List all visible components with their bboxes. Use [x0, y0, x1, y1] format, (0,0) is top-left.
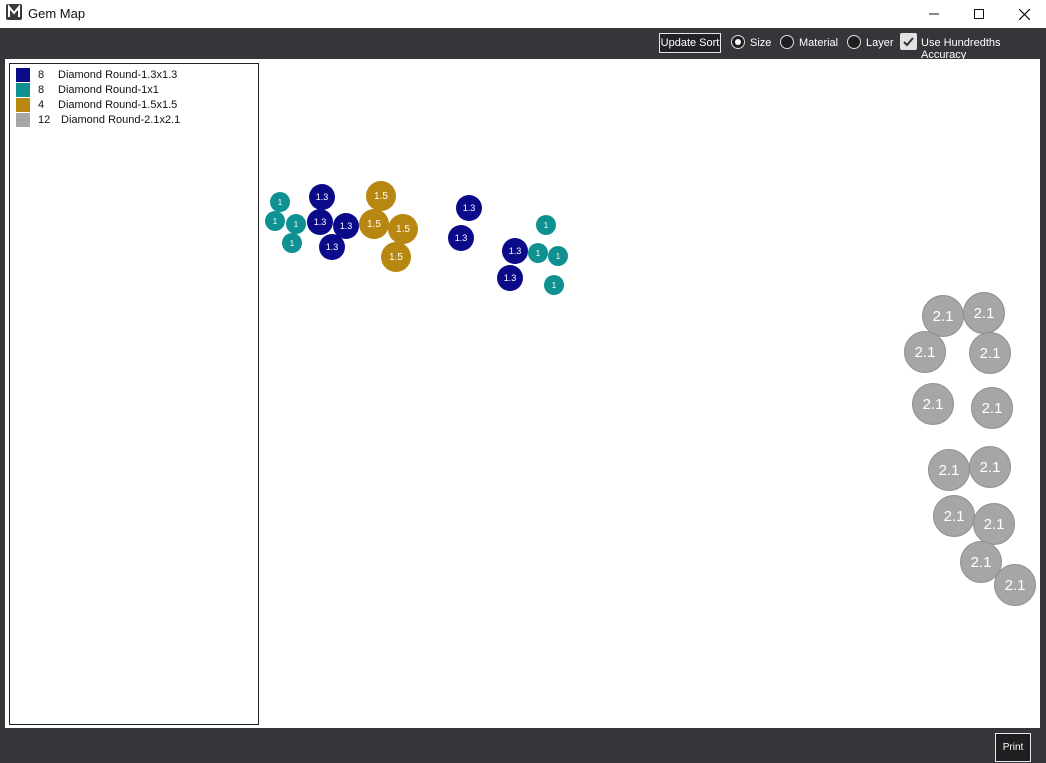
gem-navy[interactable]: 1.3 [502, 238, 528, 264]
gem-teal[interactable]: 1 [548, 246, 568, 266]
print-button[interactable]: Print [995, 733, 1031, 762]
gem-navy[interactable]: 1.3 [448, 225, 474, 251]
gem-gray[interactable]: 2.1 [969, 332, 1011, 374]
legend-item: 12 Diamond Round-2.1x2.1 [16, 113, 252, 127]
gem-gray[interactable]: 2.1 [928, 449, 970, 491]
gem-teal[interactable]: 1 [536, 215, 556, 235]
gem-navy[interactable]: 1.3 [456, 195, 482, 221]
gem-gray[interactable]: 2.1 [994, 564, 1036, 606]
maximize-icon [974, 9, 984, 19]
legend-label: Diamond Round-2.1x2.1 [61, 114, 181, 126]
gem-gray[interactable]: 2.1 [933, 495, 975, 537]
size-radio-label[interactable]: Size [750, 37, 771, 49]
legend-item: 4 Diamond Round-1.5x1.5 [16, 98, 252, 112]
layer-radio-label[interactable]: Layer [866, 37, 894, 49]
gem-navy[interactable]: 1.3 [319, 234, 345, 260]
close-button[interactable] [1001, 0, 1046, 28]
gem-gold[interactable]: 1.5 [381, 242, 411, 272]
window-title: Gem Map [28, 6, 86, 21]
layer-radio[interactable] [847, 35, 861, 49]
legend-label: Diamond Round-1x1 [58, 84, 159, 96]
legend-label: Diamond Round-1.3x1.3 [58, 69, 178, 81]
minimize-button[interactable] [911, 0, 957, 28]
gem-gray[interactable]: 2.1 [971, 387, 1013, 429]
hundredths-checkbox[interactable] [900, 33, 917, 50]
gem-teal[interactable]: 1 [286, 214, 306, 234]
hundredths-label[interactable]: Use Hundredths Accuracy [921, 37, 1046, 61]
maximize-button[interactable] [956, 0, 1002, 28]
gem-gold[interactable]: 1.5 [359, 209, 389, 239]
gem-navy[interactable]: 1.3 [307, 209, 333, 235]
size-radio[interactable] [731, 35, 745, 49]
gem-teal[interactable]: 1 [528, 243, 548, 263]
update-sort-button[interactable]: Update Sort [659, 33, 721, 53]
legend-swatch [16, 98, 30, 112]
gem-gray[interactable]: 2.1 [904, 331, 946, 373]
legend-swatch [16, 113, 30, 127]
legend-count: 12 [38, 114, 51, 126]
gem-gray[interactable]: 2.1 [963, 292, 1005, 334]
gem-teal[interactable]: 1 [265, 211, 285, 231]
close-icon [1018, 8, 1030, 20]
legend-item: 8 Diamond Round-1x1 [16, 83, 252, 97]
gem-teal[interactable]: 1 [544, 275, 564, 295]
legend-count: 8 [38, 69, 45, 81]
gem-navy[interactable]: 1.3 [309, 184, 335, 210]
gem-gray[interactable]: 2.1 [912, 383, 954, 425]
checkmark-icon [903, 37, 914, 47]
minimize-icon [929, 13, 939, 15]
gem-gray[interactable]: 2.1 [969, 446, 1011, 488]
legend-label: Diamond Round-1.5x1.5 [58, 99, 178, 111]
legend-swatch [16, 83, 30, 97]
gem-teal[interactable]: 1 [282, 233, 302, 253]
gem-teal[interactable]: 1 [270, 192, 290, 212]
legend-panel: 8 Diamond Round-1.3x1.3 8 Diamond Round-… [9, 63, 259, 725]
title-bar: Gem Map [0, 0, 1046, 28]
material-radio-label[interactable]: Material [799, 37, 838, 49]
bottom-bar: Print [0, 728, 1046, 763]
legend-count: 8 [38, 84, 45, 96]
legend-swatch [16, 68, 30, 82]
m-logo-icon [6, 4, 22, 20]
gem-gold[interactable]: 1.5 [366, 181, 396, 211]
gem-gold[interactable]: 1.5 [388, 214, 418, 244]
material-radio[interactable] [780, 35, 794, 49]
gem-map-canvas: 8 Diamond Round-1.3x1.3 8 Diamond Round-… [5, 59, 1040, 728]
legend-item: 8 Diamond Round-1.3x1.3 [16, 68, 252, 82]
gem-gray[interactable]: 2.1 [973, 503, 1015, 545]
legend-count: 4 [38, 99, 45, 111]
gem-navy[interactable]: 1.3 [497, 265, 523, 291]
toolbar: Update Sort Size Material Layer Use Hund… [0, 28, 1046, 61]
